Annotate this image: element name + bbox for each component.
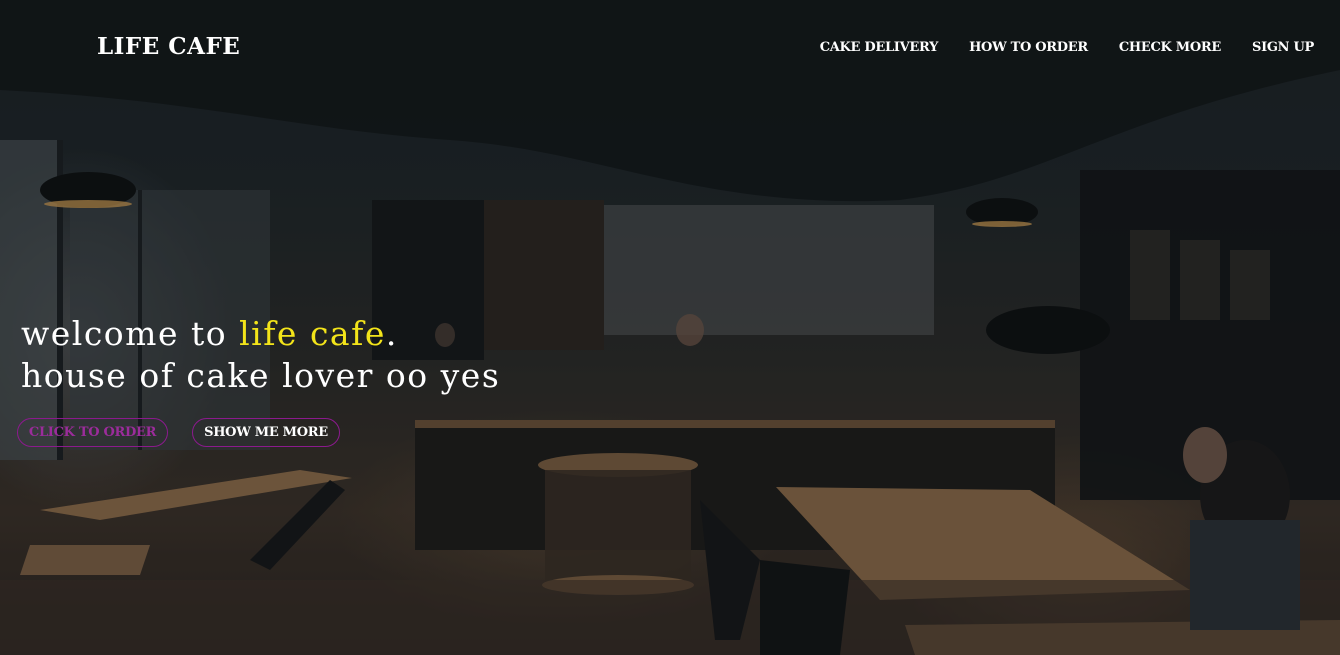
headline-line-2: house of cake lover oo yes: [21, 356, 501, 395]
click-to-order-button[interactable]: CLICK TO ORDER: [17, 418, 168, 447]
hero-headline: welcome to life cafe. house of cake love…: [21, 313, 500, 397]
headline-accent: life cafe: [239, 314, 386, 353]
nav-item-check-more[interactable]: CHECK MORE: [1119, 40, 1221, 55]
headline-line-1: welcome to life cafe.: [21, 313, 500, 355]
nav-item-cake-delivery[interactable]: CAKE DELIVERY: [820, 40, 939, 55]
main-nav: CAKE DELIVERY HOW TO ORDER CHECK MORE SI…: [820, 40, 1315, 55]
headline-suffix: .: [385, 314, 398, 353]
show-me-more-button[interactable]: SHOW ME MORE: [192, 418, 340, 447]
hero-section: LIFE CAFE CAKE DELIVERY HOW TO ORDER CHE…: [0, 0, 1340, 655]
logo[interactable]: LIFE CAFE: [97, 33, 240, 60]
headline-prefix: welcome to: [21, 314, 240, 353]
nav-item-how-to-order[interactable]: HOW TO ORDER: [969, 40, 1088, 55]
nav-item-sign-up[interactable]: SIGN UP: [1252, 40, 1314, 55]
